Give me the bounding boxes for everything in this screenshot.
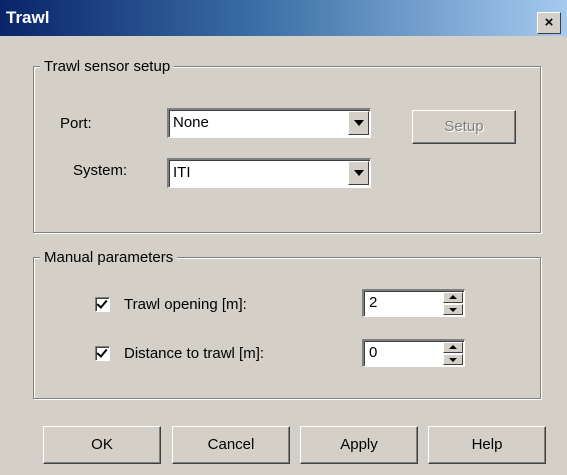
arrow-up-icon <box>449 345 457 349</box>
port-dropdown-button[interactable] <box>348 111 369 135</box>
setup-button[interactable]: Setup <box>412 110 516 144</box>
check-icon <box>96 297 108 309</box>
close-icon: × <box>544 14 554 31</box>
port-select[interactable]: None <box>167 108 371 138</box>
help-button-label: Help <box>471 436 503 453</box>
system-select-value: ITI <box>173 164 191 181</box>
sensor-setup-group <box>33 66 541 233</box>
distance-to-trawl-checkbox[interactable] <box>95 346 110 361</box>
distance-to-trawl-increment-button[interactable] <box>443 342 463 353</box>
check-icon <box>96 346 108 358</box>
close-button[interactable]: × <box>537 12 561 34</box>
manual-parameters-group-title: Manual parameters <box>40 249 178 266</box>
distance-to-trawl-spinner[interactable]: 0 <box>362 339 465 367</box>
trawl-opening-checkbox[interactable] <box>95 297 110 312</box>
window-title: Trawl <box>6 8 50 27</box>
trawl-opening-value: 2 <box>369 294 378 311</box>
arrow-up-icon <box>449 295 457 299</box>
manual-parameters-group <box>33 257 541 399</box>
trawl-opening-spin-buttons <box>443 292 463 315</box>
system-dropdown-button[interactable] <box>348 161 369 185</box>
apply-button[interactable]: Apply <box>300 426 418 464</box>
sensor-setup-group-title: Trawl sensor setup <box>40 58 175 75</box>
chevron-down-icon <box>354 120 364 126</box>
trawl-opening-label: Trawl opening [m]: <box>124 296 247 313</box>
ok-button-label: OK <box>91 436 113 453</box>
setup-button-label: Setup <box>444 118 484 135</box>
port-label: Port: <box>60 115 92 132</box>
port-select-value: None <box>173 114 209 131</box>
distance-to-trawl-value: 0 <box>369 344 378 361</box>
system-select[interactable]: ITI <box>167 158 371 188</box>
trawl-opening-spinner[interactable]: 2 <box>362 289 465 317</box>
distance-to-trawl-spin-buttons <box>443 342 463 365</box>
system-label: System: <box>73 162 128 179</box>
help-button[interactable]: Help <box>428 426 546 464</box>
chevron-down-icon <box>354 170 364 176</box>
trawl-opening-decrement-button[interactable] <box>443 304 463 315</box>
trawl-opening-increment-button[interactable] <box>443 292 463 303</box>
cancel-button-label: Cancel <box>207 436 255 453</box>
ok-button[interactable]: OK <box>43 426 161 464</box>
cancel-button[interactable]: Cancel <box>172 426 290 464</box>
distance-to-trawl-label: Distance to trawl [m]: <box>124 345 265 362</box>
arrow-down-icon <box>449 358 457 362</box>
trawl-dialog: Trawl × Trawl sensor setup Port: None Se… <box>0 0 567 475</box>
arrow-down-icon <box>449 308 457 312</box>
apply-button-label: Apply <box>340 436 378 453</box>
distance-to-trawl-decrement-button[interactable] <box>443 354 463 365</box>
title-bar[interactable]: Trawl × <box>0 0 567 36</box>
